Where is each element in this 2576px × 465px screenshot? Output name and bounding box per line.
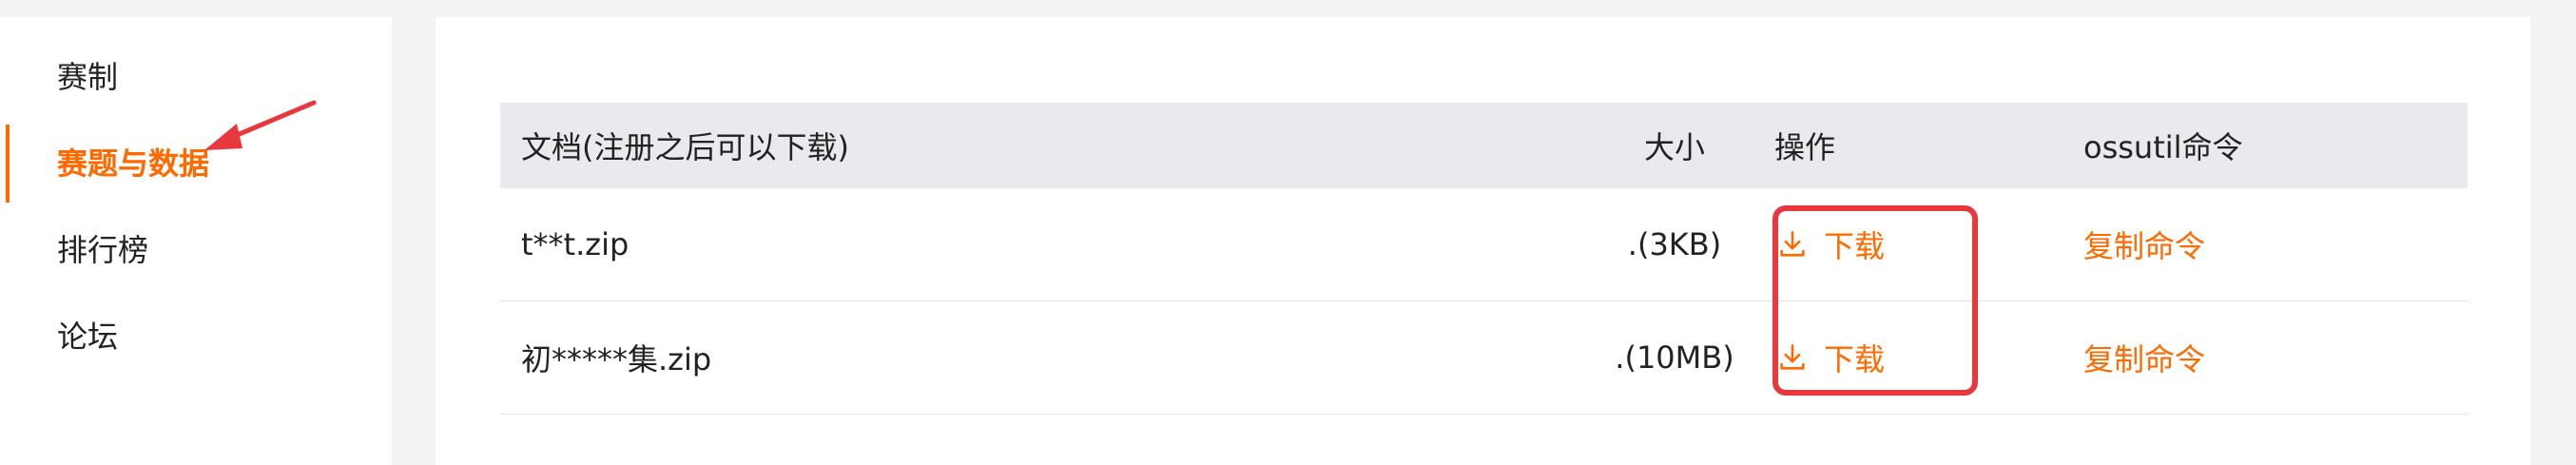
download-button[interactable]: 下载 [1765, 188, 1885, 300]
sidebar-item-leaderboard[interactable]: 排行榜 [0, 211, 392, 289]
download-icon [1780, 230, 1805, 257]
sidebar: 赛制 赛题与数据 排行榜 论坛 [0, 17, 392, 465]
download-label: 下载 [1824, 228, 1886, 264]
copy-command-label: 复制命令 [2083, 228, 2206, 264]
table-row: t**t.zip .(3KB) 下载 复制命令 [500, 188, 2468, 301]
download-button[interactable]: 下载 [1765, 301, 1885, 414]
file-size: .(10MB) [1615, 339, 1734, 376]
copy-command-link[interactable]: 复制命令 [2083, 301, 2205, 414]
copy-command-link[interactable]: 复制命令 [2083, 188, 2205, 300]
header-operation: 操作 [1774, 129, 1836, 165]
files-table: 文档(注册之后可以下载) 大小 操作 ossutil命令 t**t.zip .(… [500, 103, 2468, 415]
table-row: 初*****集.zip .(10MB) 下载 复制命令 [500, 301, 2468, 415]
file-name: 初*****集.zip [521, 341, 712, 378]
file-size: .(3KB) [1627, 226, 1722, 262]
download-label: 下载 [1824, 341, 1886, 378]
file-name: t**t.zip [521, 226, 629, 262]
main-panel: 文档(注册之后可以下载) 大小 操作 ossutil命令 t**t.zip .(… [436, 17, 2530, 465]
sidebar-item-forum[interactable]: 论坛 [0, 298, 392, 376]
download-icon [1780, 343, 1805, 370]
arrow-icon [204, 100, 317, 150]
header-size: 大小 [1643, 129, 1705, 165]
table-header: 文档(注册之后可以下载) 大小 操作 ossutil命令 [500, 103, 2468, 188]
header-name: 文档(注册之后可以下载) [521, 129, 849, 165]
copy-command-label: 复制命令 [2083, 341, 2206, 378]
header-command: ossutil命令 [2083, 129, 2243, 165]
